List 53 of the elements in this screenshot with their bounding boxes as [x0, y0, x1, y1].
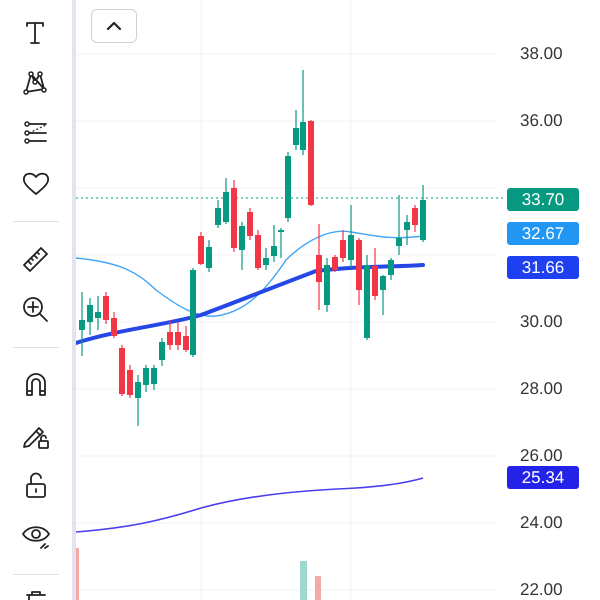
candle — [340, 230, 346, 262]
candle — [223, 178, 229, 224]
candle — [151, 365, 157, 390]
candle — [215, 200, 221, 228]
candle — [95, 296, 101, 330]
candle — [255, 230, 261, 270]
candle — [380, 275, 386, 315]
candle — [332, 255, 338, 272]
volume-bar — [315, 576, 321, 600]
volume-bar — [76, 548, 79, 600]
candle — [167, 320, 173, 350]
candle — [103, 292, 109, 324]
candle — [348, 205, 354, 268]
zoom-in-icon[interactable] — [21, 294, 51, 325]
candle — [231, 180, 237, 252]
price-axis-label: 36.00 — [520, 111, 563, 131]
candle — [143, 365, 149, 392]
candle — [127, 365, 133, 398]
price-axis-label: 22.00 — [520, 580, 563, 600]
candle — [356, 238, 362, 305]
candle — [372, 248, 378, 300]
candle — [388, 258, 394, 280]
price-axis-label: 26.00 — [520, 446, 563, 466]
ruler-icon[interactable] — [21, 244, 51, 275]
candle — [135, 375, 141, 426]
collapse-button[interactable] — [91, 9, 137, 43]
candle — [175, 322, 181, 350]
candle — [111, 312, 117, 338]
candle — [87, 298, 93, 335]
candle — [324, 258, 330, 312]
price-badge: 32.67 — [507, 222, 579, 245]
price-badge: 25.34 — [507, 466, 579, 489]
price-axis-label: 28.00 — [520, 379, 563, 399]
candle — [206, 240, 212, 272]
candle — [404, 215, 410, 245]
candle — [198, 232, 204, 265]
candle — [247, 208, 253, 240]
price-axis-label: 30.00 — [520, 312, 563, 332]
price-axis-label: 38.00 — [520, 44, 563, 64]
candle — [79, 292, 85, 356]
candle — [412, 205, 418, 232]
candle — [420, 185, 426, 242]
candle — [119, 345, 125, 396]
volume-bar — [300, 561, 307, 600]
price-badge: 31.66 — [507, 256, 579, 279]
candle — [159, 338, 165, 366]
candle — [239, 222, 245, 270]
candle — [285, 152, 291, 222]
candle — [396, 195, 402, 255]
price-axis-label: 24.00 — [520, 513, 563, 533]
candle — [263, 248, 269, 270]
chevron-up-icon — [106, 21, 122, 31]
price-badge: 33.70 — [507, 188, 579, 211]
